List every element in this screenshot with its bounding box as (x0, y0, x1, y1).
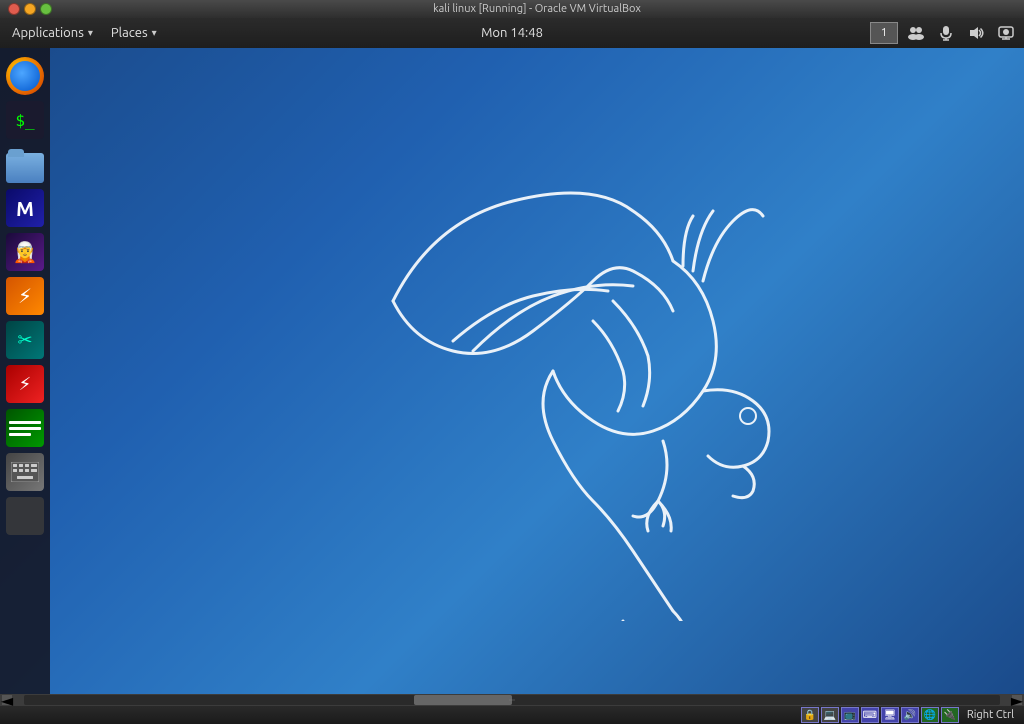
maximize-button[interactable] (40, 3, 52, 15)
sys-icon-3[interactable]: 📺 (841, 707, 859, 723)
dock-scissors[interactable]: ✂ Cutycapt (5, 320, 45, 360)
terminal-icon: $_ (6, 101, 44, 139)
minimize-button[interactable] (24, 3, 36, 15)
dock-firefox[interactable]: Firefox ESR (5, 56, 45, 96)
workspace-button[interactable]: 1 (870, 22, 898, 44)
dock-keyboard[interactable]: Virtual Keyboard (5, 452, 45, 492)
panel-clock[interactable]: Mon 14:48 (481, 26, 543, 40)
sys-icon-6[interactable]: 🔊 (901, 707, 919, 723)
scroll-right-button[interactable]: ► (1012, 695, 1022, 705)
titlebar-controls[interactable] (8, 3, 52, 15)
dock-openvas[interactable]: OpenVAS (5, 408, 45, 448)
bottom-scrollbar-bar[interactable]: ◄ ··· ► (0, 694, 1024, 706)
dock-metasploit[interactable]: M Metasploit (5, 188, 45, 228)
bottom-panel: 🔒 💻 📺 ⌨ 🖥 🔊 🌐 🔌 Right Ctrl (0, 706, 1024, 724)
desktop[interactable]: Firefox ESR $_ Terminal Files M Metasplo… (0, 48, 1024, 694)
dock-files[interactable]: Files (5, 144, 45, 184)
microphone-icon[interactable] (932, 19, 960, 47)
window-title: kali linux [Running] - Oracle VM Virtual… (58, 3, 1016, 15)
dock-faraday[interactable]: ⚡ Faraday IDE (5, 364, 45, 404)
scrollbar-thumb[interactable] (414, 695, 512, 705)
applications-menu[interactable]: Applications ▾ (4, 22, 101, 44)
kali-dragon-logo (313, 121, 813, 621)
applications-label: Applications (12, 26, 84, 40)
sys-icon-1[interactable]: 🔒 (801, 707, 819, 723)
applications-chevron-icon: ▾ (88, 27, 93, 39)
scroll-left-button[interactable]: ◄ (2, 695, 12, 705)
top-panel: Applications ▾ Places ▾ Mon 14:48 1 (0, 18, 1024, 48)
sys-icon-8[interactable]: 🔌 (941, 707, 959, 723)
volume-icon[interactable] (962, 19, 990, 47)
dock-offensive[interactable]: 🧝 Offensive Security (5, 232, 45, 272)
panel-left: Applications ▾ Places ▾ (4, 22, 165, 44)
dock: Firefox ESR $_ Terminal Files M Metasplo… (0, 48, 50, 694)
places-menu[interactable]: Places ▾ (103, 22, 165, 44)
close-button[interactable] (8, 3, 20, 15)
dock-apps-grid[interactable]: Show Applications (5, 496, 45, 536)
dock-burp[interactable]: ⚡ Burp Suite (5, 276, 45, 316)
network-icon[interactable] (992, 19, 1020, 47)
sys-icon-7[interactable]: 🌐 (921, 707, 939, 723)
places-label: Places (111, 26, 148, 40)
users-icon[interactable] (902, 19, 930, 47)
dock-terminal[interactable]: $_ Terminal (5, 100, 45, 140)
places-chevron-icon: ▾ (152, 27, 157, 39)
panel-right: 1 (868, 19, 1020, 47)
sys-icon-5[interactable]: 🖥 (881, 707, 899, 723)
sys-icon-2[interactable]: 💻 (821, 707, 839, 723)
sys-icon-4[interactable]: ⌨ (861, 707, 879, 723)
right-ctrl-label: Right Ctrl (961, 709, 1020, 721)
scroll-hint: ··· (509, 696, 515, 705)
scrollbar-track[interactable]: ··· (24, 695, 1000, 705)
titlebar: kali linux [Running] - Oracle VM Virtual… (0, 0, 1024, 18)
